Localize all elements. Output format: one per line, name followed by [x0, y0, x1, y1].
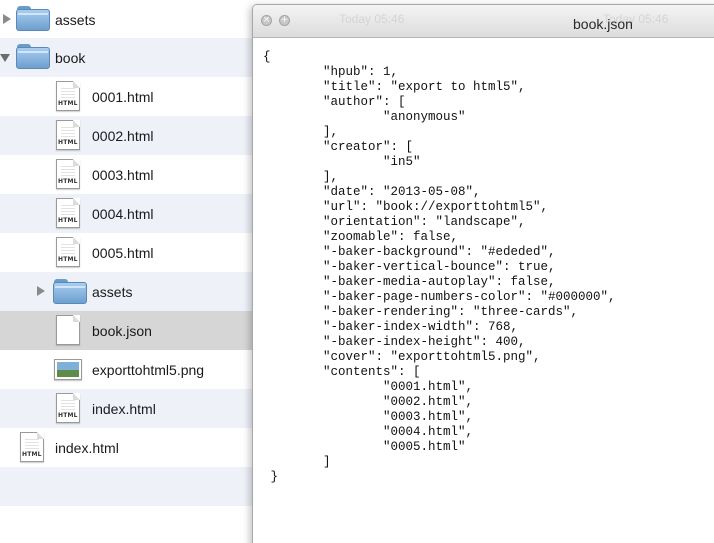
finder-row-label: index.html [92, 400, 156, 417]
code-line: "contents": [ [263, 365, 421, 379]
code-line: "in5" [263, 155, 421, 169]
folder-icon [16, 3, 50, 33]
html-file-icon: HTML [51, 237, 85, 267]
background-window-title: Today 05:46 [339, 12, 405, 26]
code-line: "-baker-index-height": 400, [263, 335, 526, 349]
code-line: "url": "book://exporttohtml5", [263, 200, 549, 214]
code-line: } [263, 470, 279, 484]
html-file-icon: HTML [51, 393, 85, 423]
screen: assets book HTML 0001.html HTML 0002.htm… [0, 0, 714, 543]
finder-row-label: index.html [55, 439, 119, 456]
disclosure-triangle-icon[interactable] [3, 14, 11, 24]
code-line: "-baker-index-width": 768, [263, 320, 519, 334]
finder-row-label: assets [55, 11, 96, 28]
code-line: { [263, 50, 271, 64]
code-line: "author": [ [263, 95, 406, 109]
code-line: "0002.html", [263, 395, 474, 409]
close-icon[interactable]: × [261, 15, 272, 26]
html-file-icon: HTML [15, 432, 49, 462]
finder-row-label: 0004.html [92, 205, 154, 222]
code-line: "0003.html", [263, 410, 474, 424]
code-line: "zoomable": false, [263, 230, 459, 244]
code-line: "0004.html", [263, 425, 474, 439]
code-line: ], [263, 170, 339, 184]
blank-file-icon [51, 315, 85, 345]
code-line: "-baker-vertical-bounce": true, [263, 260, 556, 274]
disclosure-triangle-icon[interactable] [37, 286, 45, 296]
finder-row-label: 0005.html [92, 244, 154, 261]
window-title: book.json [573, 16, 633, 32]
html-file-icon: HTML [51, 159, 85, 189]
folder-icon [16, 41, 50, 71]
code-line: "creator": [ [263, 140, 414, 154]
code-line: "-baker-page-numbers-color": "#000000", [263, 290, 616, 304]
code-line: "anonymous" [263, 110, 466, 124]
json-text-area[interactable]: { "hpub": 1, "title": "export to html5",… [253, 38, 714, 485]
code-line: ] [263, 455, 331, 469]
window-titlebar[interactable]: Today 05:46 Today 05:46 × + book.json [253, 5, 714, 38]
code-line: "0001.html", [263, 380, 474, 394]
finder-row-label: 0001.html [92, 88, 154, 105]
code-line: "-baker-rendering": "three-cards", [263, 305, 579, 319]
code-line: ], [263, 125, 339, 139]
code-line: "hpub": 1, [263, 65, 399, 79]
finder-row-label: exporttohtml5.png [92, 361, 205, 378]
finder-row-label: 0002.html [92, 127, 154, 144]
html-file-icon: HTML [51, 81, 85, 111]
zoom-icon[interactable]: + [279, 15, 290, 26]
finder-row-label: assets [92, 283, 133, 300]
html-file-icon: HTML [51, 120, 85, 150]
code-line: "date": "2013-05-08", [263, 185, 481, 199]
image-file-icon [51, 354, 85, 384]
editor-window: Today 05:46 Today 05:46 × + book.json { … [252, 4, 714, 543]
code-line: "title": "export to html5", [263, 80, 526, 94]
finder-row-label: 0003.html [92, 166, 154, 183]
disclosure-triangle-open-icon[interactable] [0, 54, 10, 62]
code-line: "0005.html" [263, 440, 466, 454]
finder-row-label: book.json [92, 322, 152, 339]
code-line: "-baker-media-autoplay": false, [263, 275, 556, 289]
code-line: "orientation": "landscape", [263, 215, 526, 229]
code-line: "cover": "exporttohtml5.png", [263, 350, 541, 364]
html-file-icon: HTML [51, 198, 85, 228]
folder-icon [53, 276, 87, 306]
code-line: "-baker-background": "#ededed", [263, 245, 556, 259]
finder-row-label: book [55, 49, 86, 66]
